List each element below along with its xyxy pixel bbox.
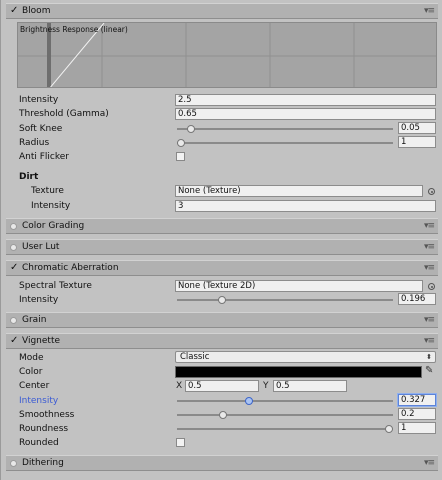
center-y-field[interactable]: 0.5 xyxy=(273,380,347,392)
bloom-header[interactable]: ✓ Bloom ▾≡ xyxy=(6,3,438,19)
center-y-label: Y xyxy=(263,381,269,391)
vignette-header[interactable]: ✓ Vignette ▾≡ xyxy=(6,333,438,349)
chromatic-intensity-label: Intensity xyxy=(19,295,59,305)
brightness-response-graph: Brightness Response (linear) xyxy=(17,22,437,88)
bloom-intensity-field[interactable]: 2.5 xyxy=(175,94,436,106)
chromatic-aberration-enabled-check-icon[interactable]: ✓ xyxy=(10,262,18,273)
vignette-color-label: Color xyxy=(19,367,43,377)
soft-knee-slider[interactable] xyxy=(177,128,393,130)
vignette-intensity-field[interactable]: 0.327 xyxy=(398,394,436,406)
dirt-intensity-field[interactable]: 3 xyxy=(175,200,436,212)
chromatic-intensity-field[interactable]: 0.196 xyxy=(398,293,436,305)
graph-title: Brightness Response (linear) xyxy=(20,25,128,34)
vignette-title: Vignette xyxy=(22,336,61,346)
spectral-texture-label: Spectral Texture xyxy=(19,281,92,291)
roundness-slider-thumb[interactable] xyxy=(385,425,393,433)
grain-toggle-icon[interactable] xyxy=(10,317,17,324)
center-x-label: X xyxy=(176,381,183,391)
color-grading-header[interactable]: Color Grading ▾≡ xyxy=(6,218,438,234)
chromatic-aberration-header[interactable]: ✓ Chromatic Aberration ▾≡ xyxy=(6,260,438,276)
vignette-color-swatch[interactable] xyxy=(175,366,422,378)
color-grading-menu-icon[interactable]: ▾≡ xyxy=(424,221,435,231)
vignette-enabled-check-icon[interactable]: ✓ xyxy=(10,335,18,346)
anti-flicker-label: Anti Flicker xyxy=(19,152,70,162)
color-grading-toggle-icon[interactable] xyxy=(10,223,17,230)
color-grading-title: Color Grading xyxy=(22,221,85,231)
smoothness-slider-thumb[interactable] xyxy=(218,411,227,419)
dropdown-arrow-icon: ⬍ xyxy=(426,353,432,361)
grain-title: Grain xyxy=(22,315,47,325)
vignette-menu-icon[interactable]: ▾≡ xyxy=(424,336,435,346)
dirt-heading: Dirt xyxy=(19,172,39,182)
dithering-title: Dithering xyxy=(22,458,64,468)
soft-knee-slider-thumb[interactable] xyxy=(187,125,196,133)
spectral-texture-picker-icon[interactable] xyxy=(428,283,435,290)
soft-knee-label: Soft Knee xyxy=(19,124,63,134)
chromatic-intensity-slider-thumb[interactable] xyxy=(217,296,226,304)
vignette-center-label: Center xyxy=(19,381,50,391)
vignette-mode-label: Mode xyxy=(19,353,44,363)
smoothness-label: Smoothness xyxy=(19,410,75,420)
dirt-intensity-label: Intensity xyxy=(31,201,71,211)
vignette-intensity-slider-thumb[interactable] xyxy=(245,397,254,405)
bloom-intensity-label: Intensity xyxy=(19,95,59,105)
dithering-toggle-icon[interactable] xyxy=(10,460,17,467)
roundness-field[interactable]: 1 xyxy=(398,422,436,434)
user-lut-toggle-icon[interactable] xyxy=(10,244,17,251)
chromatic-aberration-title: Chromatic Aberration xyxy=(22,263,119,273)
dithering-menu-icon[interactable]: ▾≡ xyxy=(424,458,435,468)
threshold-label: Threshold (Gamma) xyxy=(19,109,109,119)
rounded-checkbox[interactable] xyxy=(176,438,185,447)
user-lut-menu-icon[interactable]: ▾≡ xyxy=(424,242,435,252)
smoothness-slider[interactable] xyxy=(177,414,393,416)
spectral-texture-field[interactable]: None (Texture 2D) xyxy=(175,280,423,292)
roundness-slider[interactable] xyxy=(177,428,393,430)
roundness-label: Roundness xyxy=(19,424,69,434)
grain-menu-icon[interactable]: ▾≡ xyxy=(424,315,435,325)
anti-flicker-checkbox[interactable] xyxy=(176,152,185,161)
threshold-field[interactable]: 0.65 xyxy=(175,108,436,120)
vignette-intensity-slider[interactable] xyxy=(177,400,393,402)
bloom-enabled-check-icon[interactable]: ✓ xyxy=(10,5,18,16)
dirt-texture-label: Texture xyxy=(31,186,64,196)
radius-slider[interactable] xyxy=(177,142,393,144)
dirt-texture-field[interactable]: None (Texture) xyxy=(175,185,423,197)
dithering-header[interactable]: Dithering ▾≡ xyxy=(6,455,438,471)
bloom-menu-icon[interactable]: ▾≡ xyxy=(424,6,435,16)
smoothness-field[interactable]: 0.2 xyxy=(398,408,436,420)
dirt-texture-picker-icon[interactable] xyxy=(428,188,435,195)
eyedropper-icon[interactable]: ✎ xyxy=(425,365,433,376)
vignette-mode-value: Classic xyxy=(180,352,210,362)
user-lut-title: User Lut xyxy=(22,242,60,252)
user-lut-header[interactable]: User Lut ▾≡ xyxy=(6,239,438,255)
center-x-field[interactable]: 0.5 xyxy=(185,380,259,392)
chromatic-intensity-slider[interactable] xyxy=(177,299,393,301)
bloom-title: Bloom xyxy=(22,6,51,16)
radius-slider-thumb[interactable] xyxy=(177,139,185,147)
vignette-intensity-label: Intensity xyxy=(19,396,59,406)
vignette-mode-dropdown[interactable]: Classic ⬍ xyxy=(175,351,436,363)
chromatic-aberration-menu-icon[interactable]: ▾≡ xyxy=(424,263,435,273)
grain-header[interactable]: Grain ▾≡ xyxy=(6,312,438,328)
rounded-label: Rounded xyxy=(19,438,59,448)
radius-label: Radius xyxy=(19,138,50,148)
soft-knee-field[interactable]: 0.05 xyxy=(398,122,436,134)
radius-field[interactable]: 1 xyxy=(398,136,436,148)
